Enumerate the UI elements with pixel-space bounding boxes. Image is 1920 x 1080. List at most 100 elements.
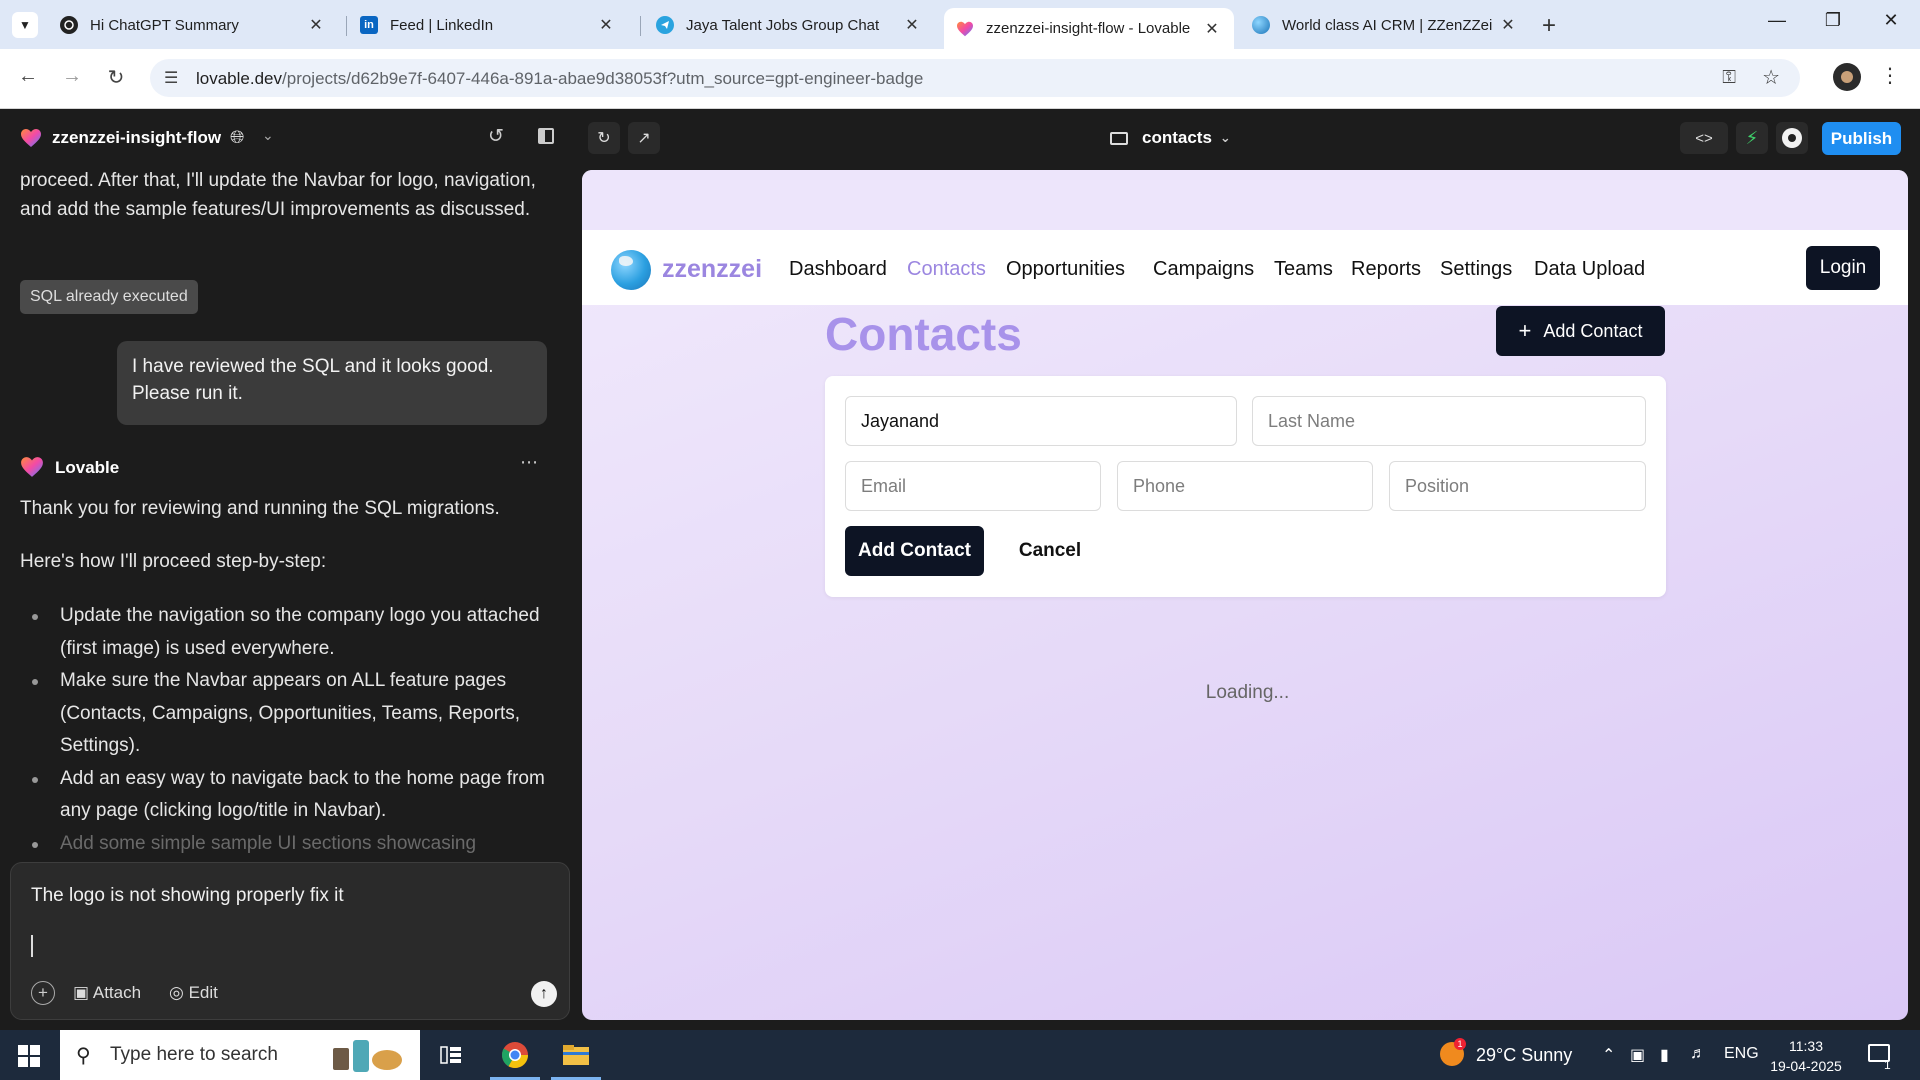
browser-menu-icon[interactable]: ⋮: [1880, 63, 1900, 88]
brand-name[interactable]: zzenzzei: [662, 255, 762, 284]
tab-separator: [346, 16, 347, 36]
assistant-name: Lovable: [55, 458, 120, 477]
add-contact-button[interactable]: + Add Contact: [1496, 306, 1665, 356]
nav-teams[interactable]: Teams: [1274, 258, 1333, 281]
chevron-down-icon[interactable]: ⌄: [262, 127, 274, 144]
app-preview: zzenzzei Dashboard Contacts Opportunitie…: [582, 170, 1908, 1020]
submit-contact-button[interactable]: Add Contact: [845, 526, 984, 576]
position-field[interactable]: [1389, 461, 1646, 511]
open-new-window-button[interactable]: ↗: [628, 122, 660, 154]
target-icon: ◎: [169, 983, 184, 1002]
nav-opportunities[interactable]: Opportunities: [1006, 258, 1125, 281]
clock-time: 11:33: [1789, 1038, 1823, 1054]
more-options-icon[interactable]: ⋯: [520, 452, 538, 473]
tab-title: Jaya Talent Jobs Group Chat: [686, 16, 880, 34]
phone-field[interactable]: [1117, 461, 1373, 511]
login-button[interactable]: Login: [1806, 246, 1880, 290]
nav-campaigns[interactable]: Campaigns: [1153, 258, 1254, 281]
lovable-heart-icon: [20, 456, 44, 483]
chrome-icon[interactable]: [490, 1040, 540, 1080]
send-button[interactable]: ↑: [531, 981, 557, 1007]
password-key-icon[interactable]: ⚿: [1722, 67, 1736, 88]
forward-button[interactable]: →: [58, 65, 86, 88]
route-selector[interactable]: contacts ⌄: [1110, 128, 1231, 148]
system-clock[interactable]: 11:33 19-04-2025: [1766, 1036, 1846, 1076]
preview-toolbar: ↻ ↗ contacts ⌄ <> ⚡︎ Publish: [580, 110, 1920, 168]
nav-dashboard[interactable]: Dashboard: [789, 258, 887, 281]
tab-search-button[interactable]: ▼: [12, 12, 38, 38]
tab-chatgpt[interactable]: Hi ChatGPT Summary ✕: [48, 8, 338, 42]
assistant-message: Here's how I'll proceed step-by-step:: [20, 551, 327, 572]
chat-history[interactable]: proceed. After that, I'll update the Nav…: [0, 166, 560, 856]
brand-logo[interactable]: [611, 250, 651, 290]
clock-date: 19-04-2025: [1770, 1058, 1842, 1074]
tray-overflow-icon[interactable]: ⌃: [1602, 1045, 1615, 1065]
file-explorer-icon[interactable]: [551, 1040, 601, 1080]
close-icon[interactable]: ✕: [306, 15, 326, 35]
browser-tab-bar: ▼ Hi ChatGPT Summary ✕ in Feed | LinkedI…: [0, 0, 1920, 49]
weather-alert-badge: 1: [1454, 1038, 1466, 1050]
close-icon[interactable]: ✕: [902, 15, 922, 35]
globe-icon: [1252, 16, 1270, 34]
nav-settings[interactable]: Settings: [1440, 258, 1512, 281]
edit-button[interactable]: ◎ Edit: [169, 983, 218, 1003]
nav-data-upload[interactable]: Data Upload: [1534, 258, 1645, 281]
reload-button[interactable]: ↻: [102, 65, 130, 90]
url-text[interactable]: lovable.dev/projects/d62b9e7f-6407-446a-…: [196, 69, 923, 89]
lovable-heart-icon: [20, 128, 42, 148]
first-name-field[interactable]: [845, 396, 1237, 446]
list-item: Add an easy way to navigate back to the …: [20, 763, 555, 828]
close-icon[interactable]: ✕: [596, 15, 616, 35]
plus-icon[interactable]: +: [31, 981, 55, 1005]
sidebar-toggle-icon[interactable]: [538, 128, 554, 144]
text-caret: [31, 935, 33, 957]
battery-icon[interactable]: ▮: [1660, 1045, 1669, 1065]
tab-title: Hi ChatGPT Summary: [90, 16, 239, 34]
app-navbar: zzenzzei Dashboard Contacts Opportunitie…: [582, 230, 1908, 305]
refresh-preview-button[interactable]: ↻: [588, 122, 620, 154]
email-field[interactable]: [845, 461, 1101, 511]
nav-contacts[interactable]: Contacts: [907, 258, 986, 281]
code-view-button[interactable]: <>: [1680, 122, 1728, 154]
restore-button[interactable]: ❐: [1818, 10, 1848, 31]
close-icon[interactable]: ✕: [1498, 15, 1518, 35]
scroll-up-arrow-icon[interactable]: ▲: [558, 228, 560, 239]
taskbar-search[interactable]: ⚲ Type here to search: [60, 1030, 420, 1080]
tab-linkedin[interactable]: in Feed | LinkedIn ✕: [348, 8, 628, 42]
globe-icon[interactable]: 🌐︎: [230, 127, 244, 148]
composer-input[interactable]: The logo is not showing properly fix it: [31, 885, 344, 907]
tab-separator: [640, 16, 641, 36]
search-icon: ⚲: [76, 1045, 91, 1067]
cancel-button[interactable]: Cancel: [1000, 526, 1100, 576]
supabase-bolt-icon[interactable]: ⚡︎: [1736, 122, 1768, 154]
github-icon[interactable]: [1776, 122, 1808, 154]
url-bar[interactable]: ☰ lovable.dev/projects/d62b9e7f-6407-446…: [150, 59, 1800, 97]
publish-button[interactable]: Publish: [1822, 122, 1901, 155]
tab-crm[interactable]: World class AI CRM | ZZenZZei ✕: [1240, 8, 1530, 42]
close-icon[interactable]: ✕: [1202, 19, 1222, 39]
nav-reports[interactable]: Reports: [1351, 258, 1421, 281]
tab-telegram[interactable]: Jaya Talent Jobs Group Chat ✕: [644, 8, 934, 42]
minimize-button[interactable]: —: [1762, 10, 1792, 31]
back-button[interactable]: ←: [14, 65, 42, 88]
project-name[interactable]: zzenzzei-insight-flow: [52, 128, 221, 148]
bookmark-star-icon[interactable]: ☆: [1762, 65, 1780, 90]
language-indicator[interactable]: ENG: [1724, 1045, 1759, 1063]
history-icon[interactable]: ↺: [488, 125, 504, 148]
windows-start-icon[interactable]: [18, 1045, 40, 1067]
new-tab-button[interactable]: +: [1542, 12, 1556, 40]
meet-now-icon[interactable]: ▣: [1630, 1045, 1645, 1065]
list-item: Make sure the Navbar appears on ALL feat…: [20, 665, 555, 763]
linkedin-icon: in: [360, 16, 378, 34]
site-settings-icon[interactable]: ☰: [164, 68, 178, 88]
close-window-button[interactable]: ✕: [1876, 10, 1906, 31]
attach-button[interactable]: ▣ Attach: [73, 983, 141, 1003]
weather-text[interactable]: 29°C Sunny: [1476, 1045, 1572, 1066]
task-view-icon[interactable]: [436, 1040, 466, 1070]
tab-lovable[interactable]: zzenzzei-insight-flow - Lovable ✕: [944, 8, 1234, 49]
profile-avatar[interactable]: [1833, 63, 1861, 91]
chat-composer[interactable]: The logo is not showing properly fix it …: [10, 862, 570, 1020]
last-name-field[interactable]: [1252, 396, 1646, 446]
volume-icon[interactable]: ♬: [1690, 1045, 1706, 1063]
notification-count: 1: [1884, 1058, 1891, 1072]
